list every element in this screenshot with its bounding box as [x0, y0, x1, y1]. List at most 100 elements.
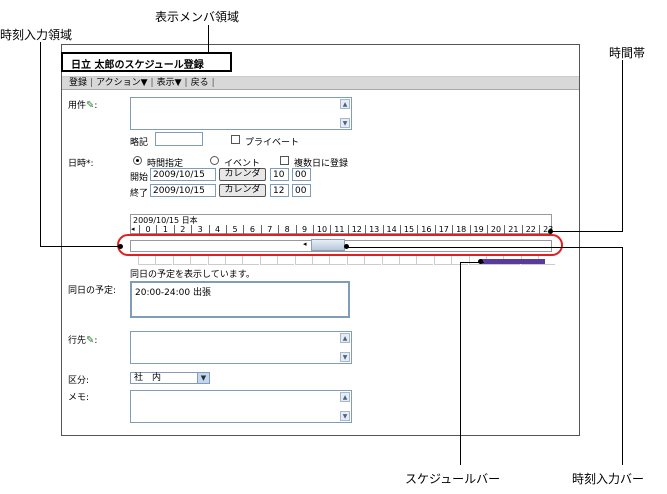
toolbar-separator: |	[211, 78, 215, 88]
hour-label[interactable]: 0	[139, 225, 157, 234]
callout-line	[40, 246, 120, 247]
callout-line	[40, 42, 41, 247]
same-day-entry[interactable]: 20:00-24:00 出張	[135, 285, 211, 298]
hour-label[interactable]: 13	[365, 225, 383, 234]
hour-slot	[433, 256, 451, 265]
hour-slot	[381, 256, 399, 265]
destination-label: 行先✎:	[68, 335, 98, 346]
callout-line	[208, 25, 209, 52]
same-day-list[interactable]: 20:00-24:00 出張	[130, 281, 350, 318]
datetime-label: 日時*:	[68, 159, 94, 169]
scroll-up-icon[interactable]: ▲	[340, 392, 350, 402]
category-value: 社 内	[134, 373, 162, 383]
start-minute-input[interactable]: 00	[292, 168, 311, 181]
hour-label[interactable]: 9	[296, 225, 314, 234]
hour-label[interactable]: 22	[522, 225, 540, 234]
abbrev-input[interactable]	[155, 132, 203, 146]
hour-slot	[190, 256, 208, 265]
callout-time-band: 時間帯	[609, 46, 646, 60]
start-calendar-button[interactable]: カレンダ	[219, 168, 266, 181]
callout-dot	[344, 244, 349, 249]
event-radio[interactable]	[210, 156, 219, 165]
hour-label[interactable]: 3	[191, 225, 209, 234]
hour-label[interactable]: 12	[348, 225, 366, 234]
hour-slot	[172, 256, 190, 265]
callout-dot	[118, 244, 123, 249]
callout-time-input-bar: 時刻入力バー	[572, 472, 645, 486]
hour-label[interactable]: 17	[435, 225, 453, 234]
schedule-bar	[480, 259, 545, 264]
scroll-up-icon[interactable]: ▲	[340, 99, 350, 109]
hour-slot	[294, 256, 312, 265]
hour-label[interactable]: 21	[504, 225, 522, 234]
hour-label[interactable]: 18	[452, 225, 470, 234]
hour-label[interactable]: 10	[313, 225, 331, 234]
pen-icon: ✎	[86, 335, 95, 346]
hour-label[interactable]: 11	[330, 225, 348, 234]
callout-dot	[548, 229, 553, 234]
hour-slot	[138, 256, 155, 265]
hour-slot	[207, 256, 225, 265]
destination-textarea[interactable]: ▲ ▼	[130, 331, 352, 364]
scroll-up-icon[interactable]: ▲	[340, 333, 350, 343]
scroll-left-icon[interactable]: ◂	[131, 225, 135, 233]
start-label: 開始	[130, 173, 149, 183]
hour-label[interactable]: 2	[174, 225, 192, 234]
hour-slot	[346, 256, 364, 265]
private-label: プライベート	[245, 138, 300, 148]
callout-line	[552, 231, 623, 232]
hour-label[interactable]: 20	[487, 225, 505, 234]
callout-line	[622, 247, 623, 465]
scroll-down-icon[interactable]: ▼	[340, 118, 350, 128]
hour-label[interactable]: 5	[226, 225, 244, 234]
hour-slot	[155, 256, 173, 265]
hour-slot	[329, 256, 347, 265]
hour-label[interactable]: 8	[278, 225, 296, 234]
category-label: 区分:	[68, 376, 90, 386]
hour-slot	[416, 256, 434, 265]
pen-icon: ✎	[86, 100, 95, 111]
hour-slot	[225, 256, 242, 265]
view-menu[interactable]: 表示▼	[155, 77, 184, 90]
multi-day-checkbox[interactable]	[280, 156, 289, 165]
time-specified-radio[interactable]	[133, 156, 142, 165]
back-button[interactable]: 戻る	[189, 77, 211, 90]
private-checkbox[interactable]	[231, 135, 240, 144]
purpose-textarea[interactable]: ▲ ▼	[130, 97, 352, 130]
callout-display-member-area: 表示メンバ領域	[155, 10, 240, 24]
callout-dot	[478, 259, 483, 264]
hour-label[interactable]: 1	[156, 225, 174, 234]
end-label: 終了	[130, 189, 149, 199]
hour-label[interactable]: 6	[243, 225, 261, 234]
same-day-label: 同日の予定:	[68, 286, 117, 296]
hour-slot	[259, 256, 277, 265]
register-button[interactable]: 登録	[67, 77, 89, 90]
hour-slot	[242, 256, 260, 265]
hour-label[interactable]: 19	[470, 225, 488, 234]
hour-slot	[312, 256, 329, 265]
scroll-down-icon[interactable]: ▼	[340, 352, 350, 362]
hour-label[interactable]: 7	[261, 225, 279, 234]
hour-label[interactable]: 4	[209, 225, 227, 234]
hour-slot	[277, 256, 295, 265]
action-menu[interactable]: アクション▼	[94, 77, 149, 90]
abbrev-label: 略記	[130, 138, 149, 148]
start-hour-input[interactable]: 10	[270, 168, 289, 181]
chevron-down-icon[interactable]: ▼	[197, 373, 209, 383]
scroll-down-icon[interactable]: ▼	[340, 411, 350, 421]
same-day-status: 同日の予定を表示しています。	[130, 270, 255, 280]
memo-textarea[interactable]: ▲ ▼	[130, 390, 352, 423]
toolbar: 登録 | アクション▼ | 表示▼ | 戻る |	[62, 76, 579, 90]
end-hour-input[interactable]: 12	[270, 184, 289, 197]
hour-label[interactable]: 15	[400, 225, 418, 234]
start-date-input[interactable]: 2009/10/15	[150, 168, 216, 181]
callout-line	[622, 60, 623, 232]
end-calendar-button[interactable]: カレンダ	[219, 184, 266, 197]
end-minute-input[interactable]: 00	[292, 184, 311, 197]
category-select[interactable]: 社 内 ▼	[130, 372, 210, 384]
hour-label[interactable]: 16	[417, 225, 435, 234]
end-date-input[interactable]: 2009/10/15	[150, 184, 216, 197]
hour-label[interactable]: 14	[383, 225, 401, 234]
memo-label: メモ:	[68, 393, 90, 403]
time-band: 2009/10/15 日本 ◂ 0 1 2 3 4 5 6 7 8 9 10 11 12 13 14 15 16…	[130, 214, 553, 234]
